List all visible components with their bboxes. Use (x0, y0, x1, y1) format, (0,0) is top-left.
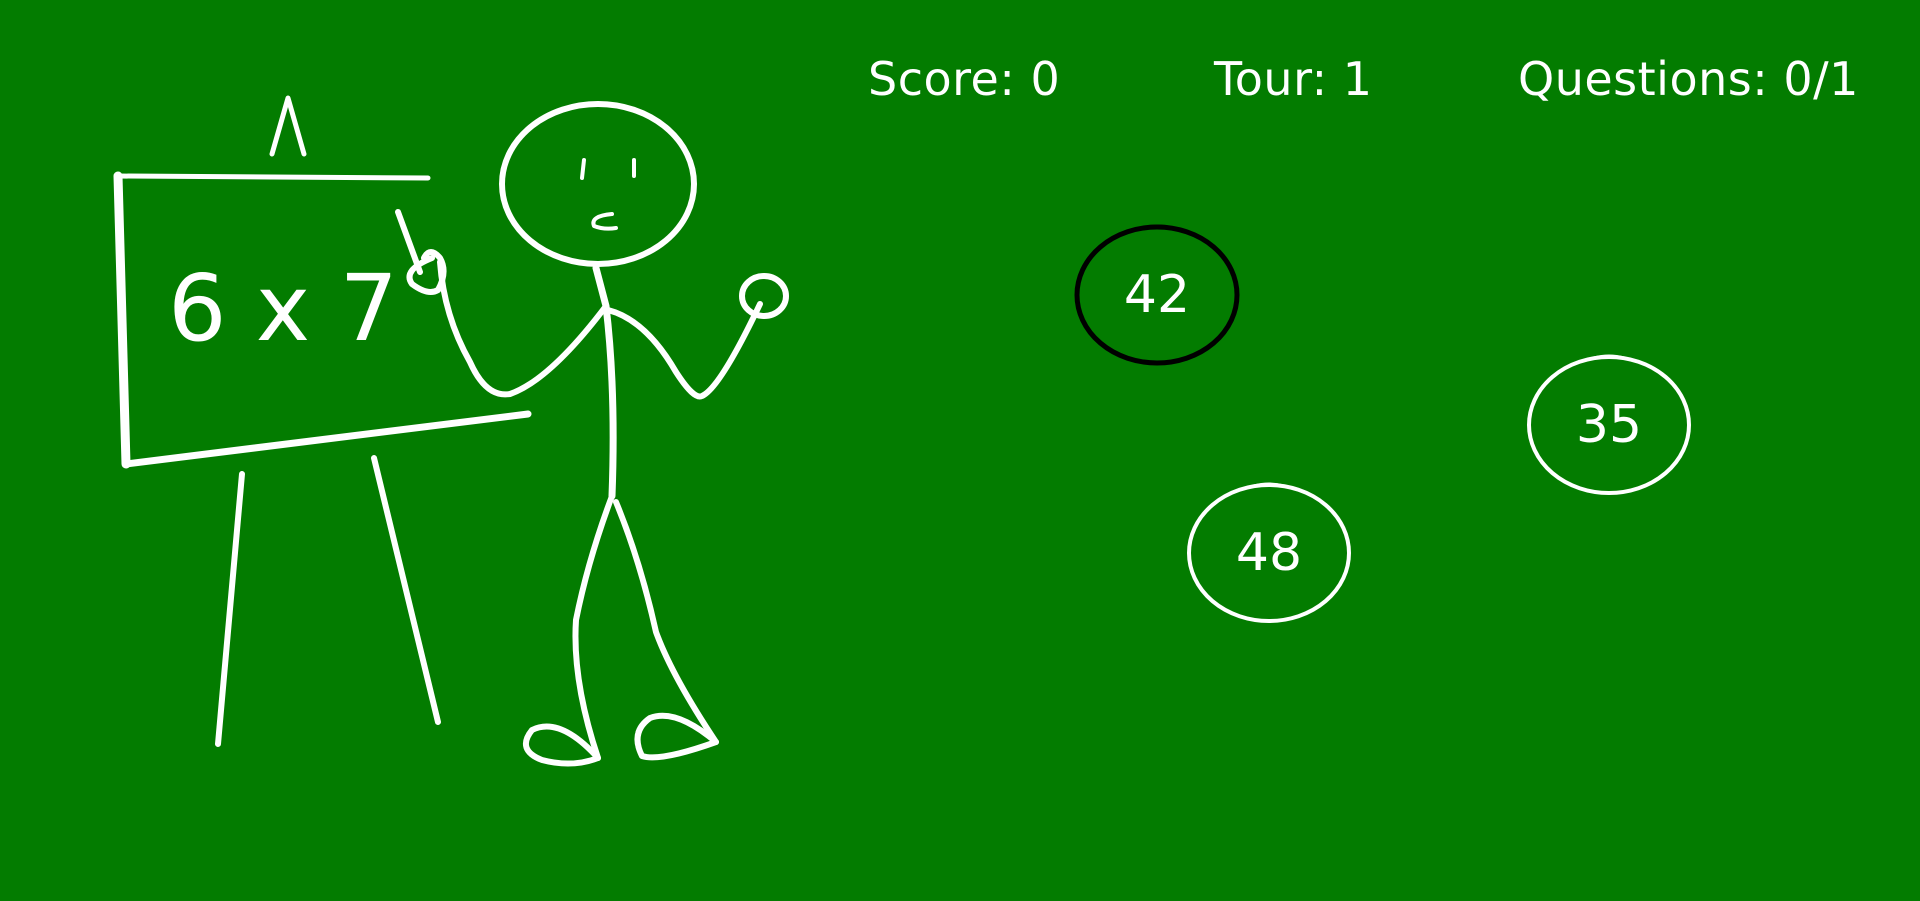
easel-leg-left (215, 471, 245, 747)
easel-top-mark (269, 95, 307, 157)
answer-option[interactable]: 35 (1524, 352, 1694, 498)
answer-value: 48 (1235, 523, 1303, 583)
board-question: 6 x 7 (168, 255, 398, 362)
answer-value: 42 (1123, 265, 1191, 325)
stick-figure (395, 101, 789, 767)
round-display: Tour: 1 (1214, 52, 1373, 106)
questions-progress: Questions: 0/1 (1518, 52, 1859, 106)
teacher-illustration: 6 x 7 (113, 95, 789, 767)
score-display: Score: 0 (868, 52, 1061, 106)
answer-option[interactable]: 42 (1072, 222, 1242, 368)
answer-value: 35 (1575, 395, 1643, 455)
answer-option[interactable]: 48 (1184, 480, 1354, 626)
easel-leg-right (371, 455, 441, 725)
